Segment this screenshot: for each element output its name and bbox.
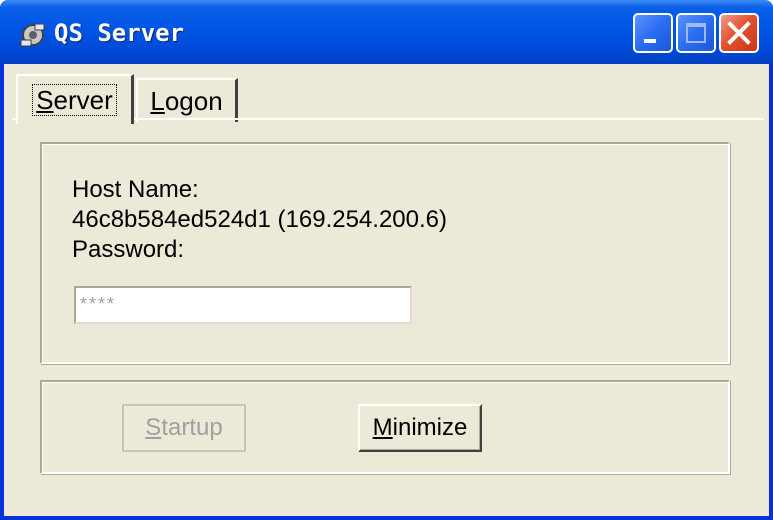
minimize-button-label: Minimize	[372, 414, 468, 441]
close-icon	[727, 21, 751, 45]
startup-button-label: Startup	[145, 414, 223, 441]
minimize-icon	[644, 39, 656, 43]
tab-server-label: Server	[32, 84, 117, 116]
app-icon	[20, 23, 45, 47]
tab-server[interactable]: Server	[16, 74, 134, 124]
close-window-button[interactable]	[719, 13, 759, 53]
tab-logon[interactable]: Logon	[136, 78, 238, 122]
host-name-value: 46c8b584ed524d1 (169.254.200.6)	[72, 206, 447, 233]
maximize-icon	[686, 23, 706, 43]
startup-button[interactable]: Startup	[122, 404, 246, 452]
tab-logon-label: Logon	[150, 85, 223, 116]
maximize-window-button[interactable]	[676, 13, 716, 53]
password-label: Password:	[72, 236, 185, 263]
tab-strip: Server Logon	[4, 64, 769, 124]
host-name-label: Host Name:	[72, 176, 199, 203]
title-bar[interactable]: QS Server	[0, 0, 773, 64]
minimize-window-button[interactable]	[633, 13, 673, 53]
window-title: QS Server	[54, 19, 185, 47]
minimize-button[interactable]: Minimize	[358, 404, 482, 452]
password-field[interactable]: ****	[74, 286, 412, 324]
qs-server-window: QS Server Server Logon Host Name: 46c8b5…	[0, 0, 773, 520]
